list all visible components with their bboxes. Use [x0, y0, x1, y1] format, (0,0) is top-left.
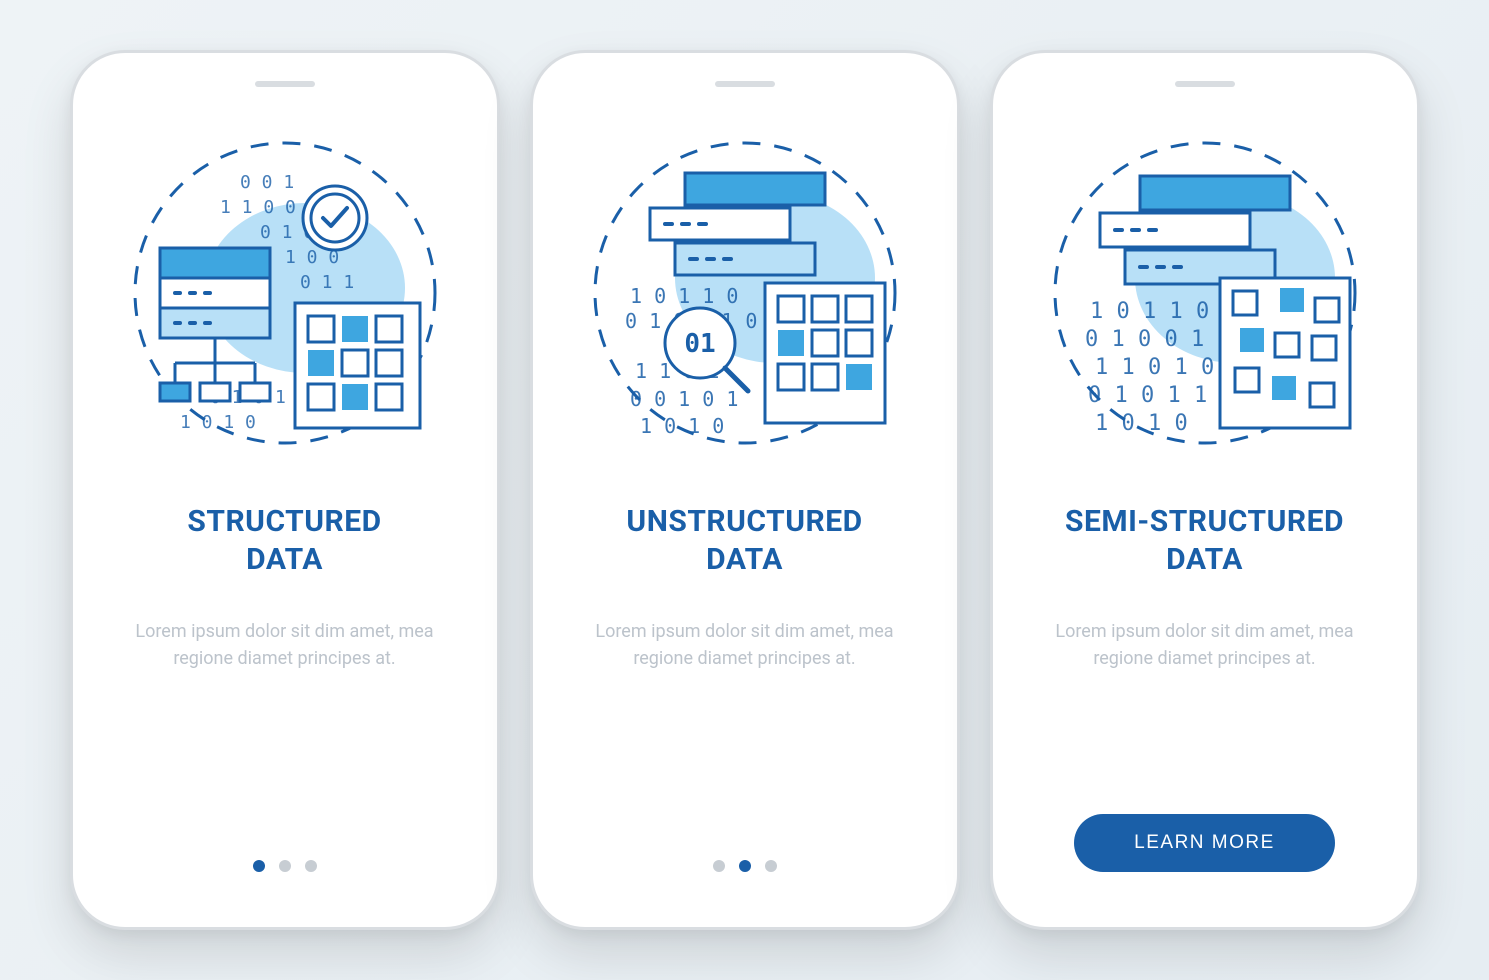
svg-text:1 1 0 0: 1 1 0 0	[220, 197, 296, 218]
page-dot-2[interactable]	[279, 860, 291, 872]
screen-title: UNSTRUCTURED DATA	[563, 503, 927, 578]
learn-more-button[interactable]: LEARN MORE	[1074, 814, 1335, 872]
svg-text:01: 01	[684, 329, 715, 359]
svg-text:0 1 1: 0 1 1	[300, 272, 354, 293]
screen-description: Lorem ipsum dolor sit dim amet, mea regi…	[103, 618, 467, 672]
onboarding-stage: 0 0 1 1 1 0 0 0 1 0 1 0 0 0 1 1 1 0 1 0 …	[70, 50, 1420, 930]
svg-text:1 0 1 1 0: 1 0 1 1 0	[630, 284, 738, 308]
svg-text:0 1 0 1 1: 0 1 0 1 1	[1088, 383, 1207, 408]
svg-text:0 0 1: 0 0 1	[240, 172, 294, 193]
pagination-dots	[713, 860, 777, 872]
phone-mockup-semi-structured: 1 0 1 1 0 0 1 0 0 1 1 1 0 1 0 0 1 0 1 1 …	[990, 50, 1420, 930]
page-dot-2[interactable]	[739, 860, 751, 872]
svg-text:1 0 1 0: 1 0 1 0	[1095, 411, 1188, 436]
phone-mockup-unstructured: 1 0 1 1 0 0 1 0 0 1 0 1 1 0 1 0 0 1 0 1 …	[530, 50, 960, 930]
page-dot-1[interactable]	[713, 860, 725, 872]
page-dot-3[interactable]	[305, 860, 317, 872]
screen-description: Lorem ipsum dolor sit dim amet, mea regi…	[1023, 618, 1387, 672]
screen-title: SEMI-STRUCTURED DATA	[1023, 503, 1387, 578]
svg-text:1 0 1 0: 1 0 1 0	[640, 414, 724, 438]
svg-text:0 1 0 0 1: 0 1 0 0 1	[1085, 327, 1204, 352]
screen-description: Lorem ipsum dolor sit dim amet, mea regi…	[563, 618, 927, 672]
phone-mockup-structured: 0 0 1 1 1 0 0 0 1 0 1 0 0 0 1 1 1 0 1 0 …	[70, 50, 500, 930]
semi-structured-data-icon: 1 0 1 1 0 0 1 0 0 1 1 1 0 1 0 0 1 0 1 1 …	[1023, 113, 1387, 473]
svg-text:1 0 1 1 0: 1 0 1 1 0	[1090, 299, 1209, 324]
page-dot-1[interactable]	[253, 860, 265, 872]
structured-data-icon: 0 0 1 1 1 0 0 0 1 0 1 0 0 0 1 1 1 0 1 0 …	[103, 113, 467, 473]
pagination-dots	[253, 860, 317, 872]
svg-text:1 1 0 1 0: 1 1 0 1 0	[1095, 355, 1214, 380]
svg-text:0 0 1 0 1: 0 0 1 0 1	[630, 387, 738, 411]
unstructured-data-icon: 1 0 1 1 0 0 1 0 0 1 0 1 1 0 1 0 0 1 0 1 …	[563, 113, 927, 473]
svg-text:1 0 1 0: 1 0 1 0	[180, 412, 256, 433]
screen-title: STRUCTURED DATA	[103, 503, 467, 578]
page-dot-3[interactable]	[765, 860, 777, 872]
